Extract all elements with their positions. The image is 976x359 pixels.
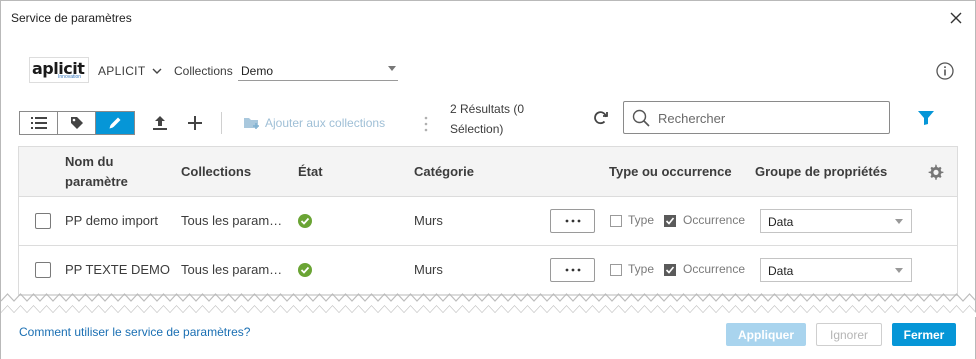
type-checkbox[interactable] [610, 215, 622, 227]
company-logo: aplicit Innovation [29, 57, 89, 83]
parameters-table: Nom du paramètre Collections État Catégo… [18, 146, 958, 296]
occurrence-label: Occurrence [683, 262, 746, 276]
occurrence-checkbox[interactable] [664, 264, 676, 276]
filter-icon[interactable] [917, 110, 935, 126]
type-label: Type [628, 213, 655, 227]
close-button[interactable]: Fermer [892, 323, 956, 346]
occurrence-checkbox[interactable] [664, 215, 676, 227]
more-vertical-icon[interactable] [422, 114, 430, 134]
column-header-name[interactable]: Nom du paramètre [65, 152, 155, 192]
collection-dropdown[interactable]: Demo [238, 59, 398, 81]
chevron-down-icon[interactable] [151, 65, 163, 77]
add-to-collections-button[interactable]: Ajouter aux collections [243, 113, 385, 133]
list-icon [30, 117, 47, 129]
column-header-property-group[interactable]: Groupe de propriétés [755, 162, 887, 182]
parameter-collections: Tous les param… [181, 213, 283, 228]
torn-edge-divider [1, 293, 976, 317]
table-header: Nom du paramètre Collections État Catégo… [19, 147, 957, 197]
dialog-title: Service de paramètres [11, 11, 132, 25]
parameter-name: PP TEXTE DEMO [65, 262, 170, 277]
pencil-icon [109, 117, 121, 129]
list-view-button[interactable] [20, 112, 59, 134]
collection-value: Demo [241, 64, 274, 78]
checkmark-icon [665, 266, 675, 274]
more-horizontal-icon [565, 219, 580, 223]
occurrence-label: Occurrence [683, 213, 746, 227]
dialog-footer: Comment utiliser le service de paramètre… [1, 315, 975, 359]
type-label: Type [628, 262, 655, 276]
add-to-collections-label: Ajouter aux collections [265, 116, 386, 130]
info-icon[interactable] [936, 62, 954, 80]
account-name: APLICIT [98, 64, 146, 78]
search-icon [632, 109, 650, 127]
help-link[interactable]: Comment utiliser le service de paramètre… [19, 325, 250, 339]
table-row[interactable]: PP TEXTE DEMO Tous les param… Murs Type … [19, 246, 957, 295]
table-row[interactable]: PP demo import Tous les param… Murs Type… [19, 197, 957, 246]
collections-label: Collections [174, 64, 233, 78]
checkmark-icon [665, 217, 675, 225]
parameter-service-dialog: Service de paramètres aplicit Innovation… [0, 0, 976, 359]
property-group-value: Data [768, 264, 794, 278]
search-input[interactable] [658, 108, 878, 128]
more-options-button[interactable] [550, 209, 595, 233]
check-circle-icon [298, 263, 312, 277]
row-checkbox[interactable] [35, 213, 51, 229]
add-icon[interactable] [185, 113, 205, 133]
more-options-button[interactable] [550, 258, 595, 282]
logo-subtext: Innovation [58, 74, 82, 80]
toolbar-divider [221, 112, 222, 134]
gear-icon[interactable] [926, 163, 944, 181]
parameter-collections: Tous les param… [181, 262, 283, 277]
column-header-type-occurrence[interactable]: Type ou occurrence [609, 162, 732, 182]
check-circle-icon [298, 214, 312, 228]
column-header-category[interactable]: Catégorie [414, 162, 474, 182]
parameter-category: Murs [414, 262, 443, 277]
refresh-icon[interactable] [591, 108, 611, 128]
results-count: 2 Résultats (0 Sélection) [450, 102, 525, 136]
property-group-dropdown[interactable]: Data [760, 258, 912, 282]
type-checkbox[interactable] [610, 264, 622, 276]
search-box [623, 101, 890, 134]
tag-icon [70, 117, 83, 129]
ignore-button[interactable]: Ignorer [816, 323, 882, 346]
property-group-value: Data [768, 215, 794, 229]
column-header-status[interactable]: État [298, 162, 323, 182]
tag-view-button[interactable] [58, 112, 97, 134]
apply-button[interactable]: Appliquer [726, 323, 806, 346]
caret-down-icon [895, 268, 903, 273]
title-bar: Service de paramètres [1, 1, 975, 37]
property-group-dropdown[interactable]: Data [760, 209, 912, 233]
caret-down-icon [388, 66, 396, 71]
column-header-collections[interactable]: Collections [181, 162, 251, 182]
view-mode-toggle [19, 111, 135, 135]
close-icon[interactable] [947, 9, 965, 27]
upload-icon[interactable] [150, 113, 170, 133]
parameter-category: Murs [414, 213, 443, 228]
parameter-name: PP demo import [65, 213, 158, 228]
row-checkbox[interactable] [35, 262, 51, 278]
caret-down-icon [895, 219, 903, 224]
folder-add-icon [244, 118, 259, 129]
edit-view-button[interactable] [96, 112, 135, 134]
more-horizontal-icon [565, 268, 580, 272]
